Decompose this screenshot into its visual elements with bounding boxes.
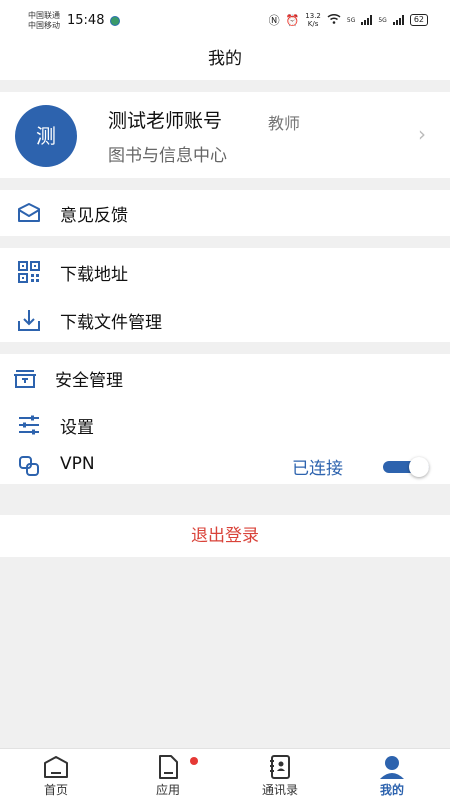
vpn-link-icon xyxy=(19,456,39,476)
profile-org: 图书与信息中心 xyxy=(108,146,227,166)
page-title: 我的 xyxy=(208,49,242,69)
battery-icon: 62 xyxy=(409,14,428,26)
wifi-icon xyxy=(327,13,341,27)
tab-label-contacts: 通讯录 xyxy=(261,783,298,797)
signal-2-icon xyxy=(392,15,404,25)
contacts-book-icon xyxy=(270,755,290,779)
avatar: 测 xyxy=(15,105,77,167)
menu-label-download-url: 下载地址 xyxy=(60,265,128,285)
tab-mine[interactable]: 我的 xyxy=(336,749,448,801)
tab-home[interactable]: 首页 xyxy=(0,749,112,801)
carrier-info: 中国联通 中国移动 xyxy=(28,11,60,31)
alarm-icon: ⏰ xyxy=(285,13,300,27)
signal-1-label: 5G xyxy=(346,16,356,24)
tab-contacts[interactable]: 通讯录 xyxy=(224,749,336,801)
status-bar: 中国联通 中国移动 15:48 Ⓝ ⏰ 13.2 K/s 5G 5G 62 xyxy=(0,0,450,40)
menu-label-download-files: 下载文件管理 xyxy=(60,313,162,333)
tab-label-home: 首页 xyxy=(43,783,68,797)
settings-sliders-icon xyxy=(19,415,39,435)
carrier-1: 中国联通 xyxy=(28,11,60,20)
download-icon xyxy=(18,310,40,331)
profile-name: 测试老师账号 xyxy=(108,110,223,132)
logout-label: 退出登录 xyxy=(191,526,259,546)
chevron-right-icon: › xyxy=(418,122,426,146)
carrier-2: 中国移动 xyxy=(28,21,60,30)
profile-role: 教师 xyxy=(268,114,301,133)
clock: 15:48 xyxy=(67,13,105,28)
vpn-toggle[interactable] xyxy=(383,457,429,477)
menu-item-download-url[interactable]: 下载地址 xyxy=(0,250,450,294)
tab-label-apps: 应用 xyxy=(155,783,180,797)
profile-card[interactable]: 测 测试老师账号 教师 图书与信息中心 › xyxy=(0,92,450,178)
notification-dot xyxy=(190,757,198,765)
vpn-status: 已连接 xyxy=(292,459,343,479)
menu-item-settings[interactable]: 设置 xyxy=(0,403,450,447)
header: 我的 xyxy=(0,40,450,80)
signal-2-label: 5G xyxy=(378,16,387,24)
menu-label-feedback: 意见反馈 xyxy=(60,206,128,226)
status-icons: Ⓝ ⏰ 13.2 K/s 5G 5G 62 xyxy=(269,12,428,28)
nfc-icon: Ⓝ xyxy=(268,14,280,27)
security-icon xyxy=(14,370,36,388)
apps-document-icon xyxy=(159,755,178,779)
signal-1-icon xyxy=(361,15,373,25)
system-section: 安全管理 设置 VPN 已连接 xyxy=(0,354,450,484)
menu-item-download-files[interactable]: 下载文件管理 xyxy=(0,298,450,342)
menu-label-vpn: VPN xyxy=(60,454,95,474)
user-icon xyxy=(380,756,404,779)
qr-code-icon xyxy=(18,261,40,283)
menu-item-security[interactable]: 安全管理 xyxy=(0,356,450,400)
bottom-tab-bar: 首页 应用 通讯录 我的 xyxy=(0,748,450,801)
download-section: 下载地址 下载文件管理 xyxy=(0,248,450,342)
tab-apps[interactable]: 应用 xyxy=(112,749,224,801)
menu-item-vpn: VPN 已连接 xyxy=(0,444,450,488)
tab-label-mine: 我的 xyxy=(379,783,404,797)
feedback-section: 意见反馈 xyxy=(0,190,450,236)
menu-label-settings: 设置 xyxy=(60,418,94,438)
logout-button[interactable]: 退出登录 xyxy=(0,515,450,557)
menu-label-security: 安全管理 xyxy=(55,371,123,391)
menu-item-feedback[interactable]: 意见反馈 xyxy=(0,191,450,235)
net-speed: 13.2 K/s xyxy=(305,12,321,28)
home-icon xyxy=(44,756,68,778)
toggle-knob xyxy=(409,457,429,477)
location-icon xyxy=(110,16,120,26)
mail-icon xyxy=(18,203,40,222)
